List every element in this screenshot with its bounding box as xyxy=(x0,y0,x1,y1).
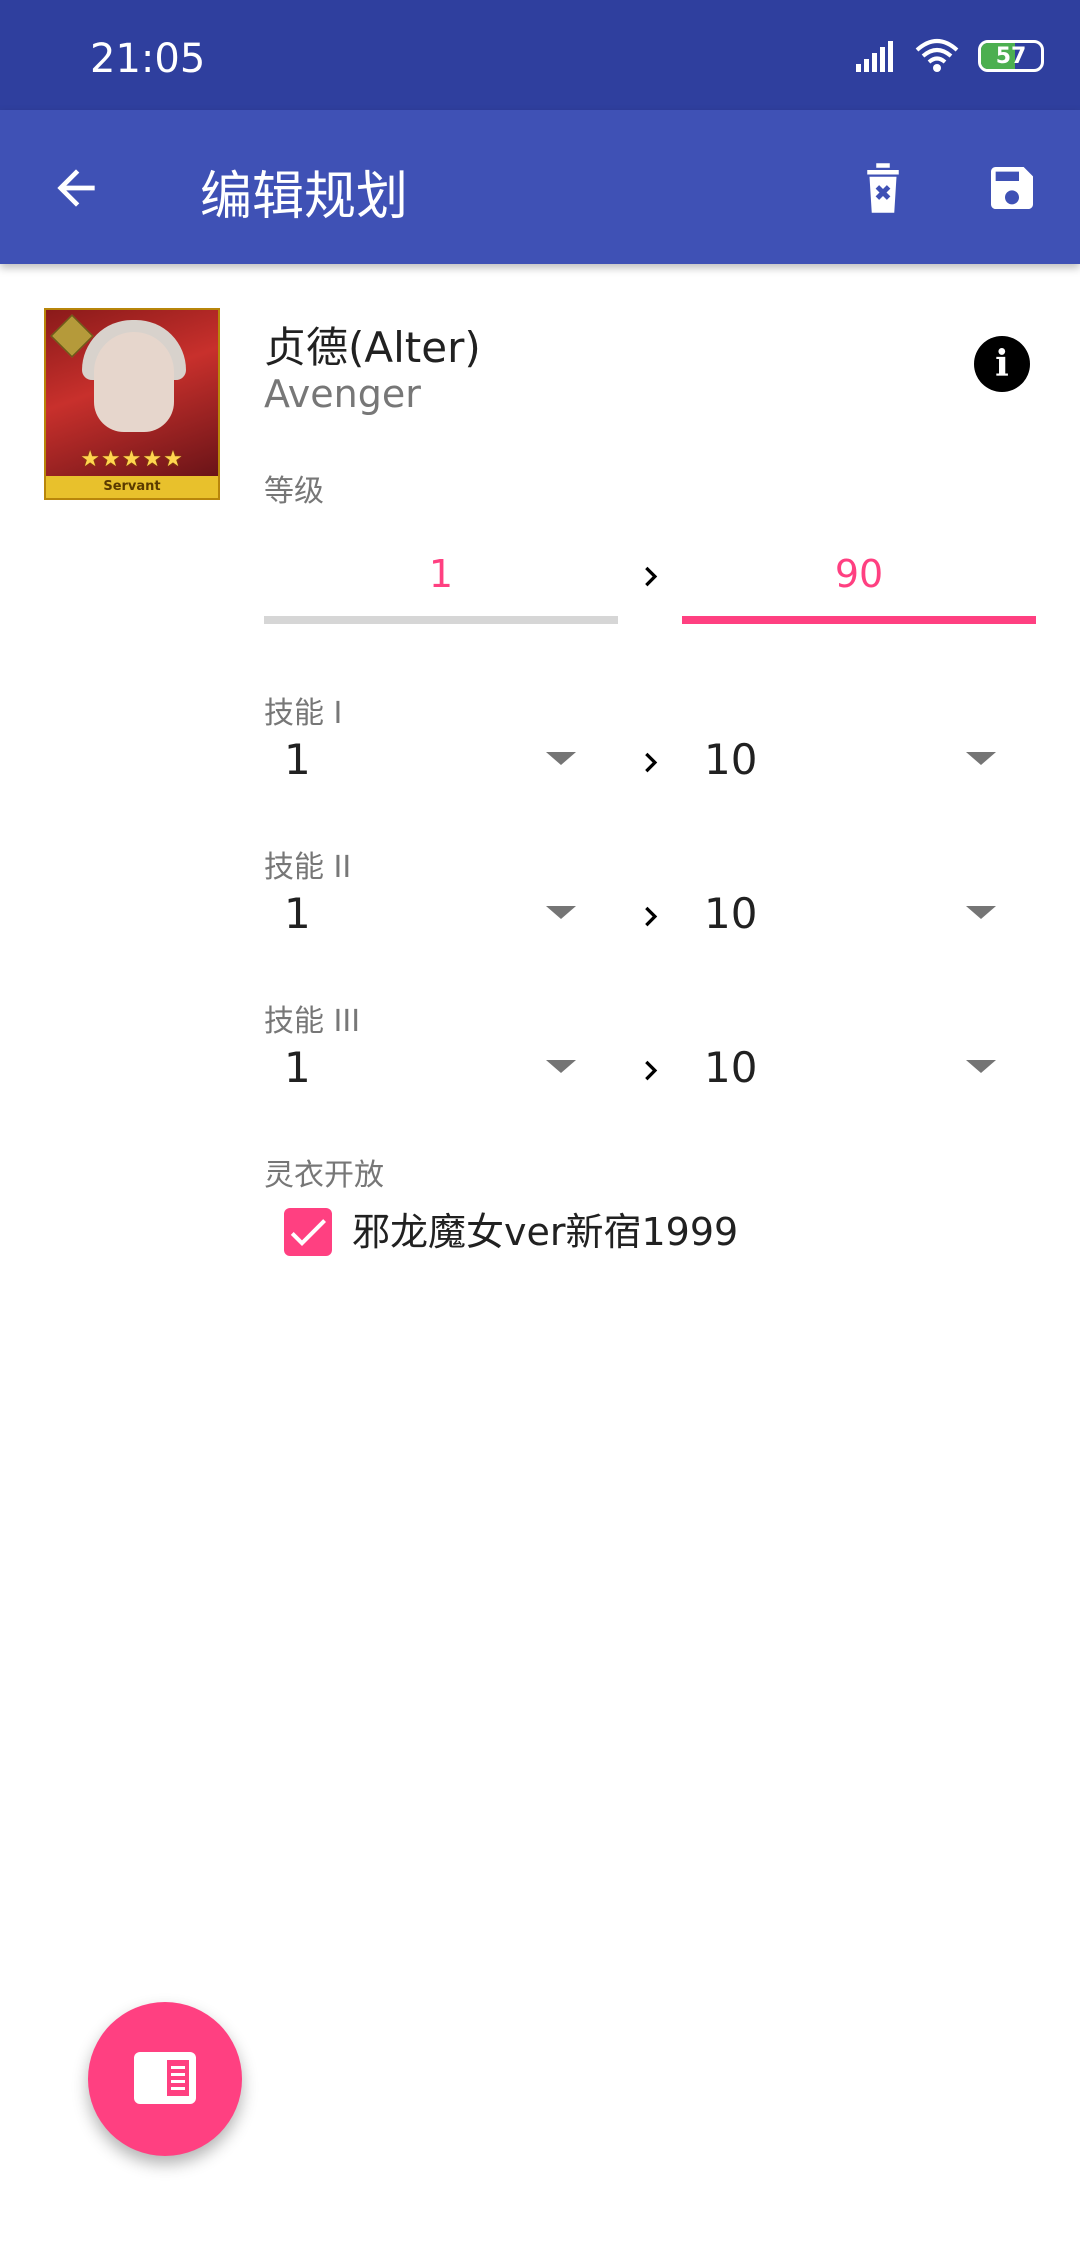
dropdown-arrow-icon xyxy=(966,906,996,919)
costume-label: 灵衣开放 xyxy=(264,1158,384,1193)
level-to-value: 90 xyxy=(834,552,884,596)
level-label: 等级 xyxy=(264,474,324,509)
skill-3-from-spinner[interactable]: 1 xyxy=(264,1038,584,1098)
fab-button[interactable] xyxy=(88,2002,242,2156)
info-icon[interactable]: i xyxy=(974,336,1030,392)
wifi-icon xyxy=(915,39,959,72)
status-bar: 21:05 57 xyxy=(0,0,1080,110)
card-label: Servant xyxy=(46,476,218,498)
skill-3-label: 技能 III xyxy=(264,1004,361,1039)
page-title: 编辑规划 xyxy=(200,167,409,227)
chrome-reader-mode-icon xyxy=(134,2052,196,2104)
level-to-input[interactable]: 90 xyxy=(682,548,1036,624)
skill-2-from-spinner[interactable]: 1 xyxy=(264,884,584,944)
battery-icon: 57 xyxy=(978,40,1044,72)
chevron-right-icon xyxy=(645,752,658,773)
skill-2-label: 技能 II xyxy=(264,850,352,885)
skill-1-to-spinner[interactable]: 10 xyxy=(684,730,1004,790)
app-bar: 编辑规划 xyxy=(0,110,1080,264)
skill-3-to-spinner[interactable]: 10 xyxy=(684,1038,1004,1098)
servant-avatar[interactable]: ★★★★★ Servant xyxy=(44,308,220,500)
dropdown-arrow-icon xyxy=(966,752,996,765)
dropdown-arrow-icon xyxy=(966,1060,996,1073)
servant-class: Avenger xyxy=(264,372,421,416)
servant-name: 贞德(Alter) xyxy=(264,323,481,372)
skill-1-label: 技能 I xyxy=(264,696,343,731)
chevron-right-icon xyxy=(645,906,658,927)
delete-forever-icon[interactable] xyxy=(856,158,910,218)
check-icon xyxy=(290,1219,326,1246)
signal-icon xyxy=(856,41,893,72)
dropdown-arrow-icon xyxy=(546,1060,576,1073)
level-from-value: 1 xyxy=(428,552,454,596)
dropdown-arrow-icon xyxy=(546,752,576,765)
status-time: 21:05 xyxy=(90,36,206,82)
level-from-input[interactable]: 1 xyxy=(264,548,618,624)
rarity-stars: ★★★★★ xyxy=(80,447,184,472)
skill-2-to-spinner[interactable]: 10 xyxy=(684,884,1004,944)
dropdown-arrow-icon xyxy=(546,906,576,919)
arrow-back-icon[interactable] xyxy=(48,160,104,216)
costume-item-label[interactable]: 邪龙魔女ver新宿1999 xyxy=(352,1208,738,1256)
status-icons: 57 xyxy=(856,38,1044,74)
save-icon[interactable] xyxy=(984,160,1040,216)
chevron-right-icon xyxy=(645,1060,658,1081)
chevron-right-icon xyxy=(645,566,658,587)
skill-1-from-spinner[interactable]: 1 xyxy=(264,730,584,790)
battery-percent: 57 xyxy=(995,43,1027,69)
costume-checkbox[interactable] xyxy=(284,1208,332,1256)
